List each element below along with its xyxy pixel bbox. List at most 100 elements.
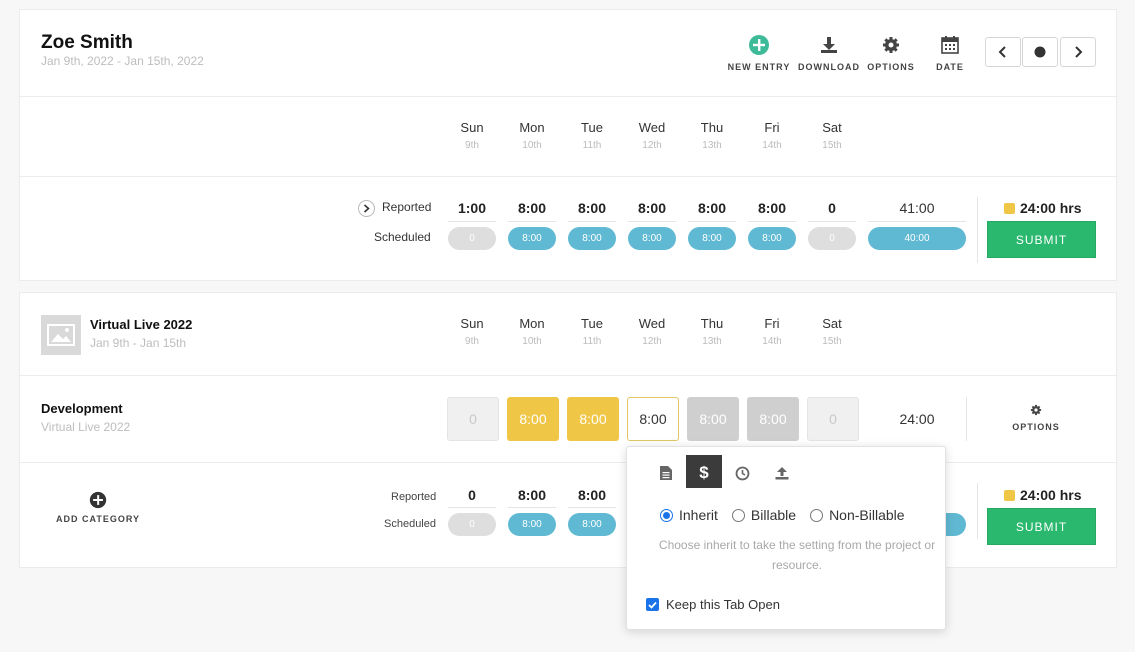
- time-cell[interactable]: 0: [447, 397, 499, 441]
- day-name: Sat: [822, 120, 842, 135]
- clock-icon: [735, 466, 749, 480]
- project-name: Virtual Live 2022: [90, 317, 193, 332]
- checkbox-checked-icon[interactable]: [646, 598, 659, 611]
- footer-hours-total: 24:00 hrs: [1004, 487, 1081, 503]
- radio-billable[interactable]: Billable: [731, 507, 797, 523]
- radio-non-billable[interactable]: Non-Billable: [810, 507, 905, 523]
- chevron-left-icon: [998, 46, 1006, 58]
- date-range: Jan 9th, 2022 - Jan 15th, 2022: [41, 54, 204, 68]
- scheduled-pill: 8:00: [688, 227, 736, 250]
- radio-circle[interactable]: [810, 508, 824, 522]
- chevron-right-icon: [363, 204, 370, 213]
- day-name: Tue: [581, 316, 603, 331]
- radio-label: Billable: [750, 507, 797, 523]
- reported-value: 8:00: [577, 200, 607, 216]
- radio-label: Inherit: [679, 507, 718, 523]
- footer-submit-button[interactable]: SUBMIT: [987, 508, 1096, 545]
- day-name: Sun: [460, 120, 484, 135]
- category-options-button[interactable]: OPTIONS: [1005, 403, 1067, 432]
- time-cell-active[interactable]: 8:00: [627, 397, 679, 441]
- day-name: Mon: [519, 316, 545, 331]
- reported-value: 8:00: [637, 200, 667, 216]
- dot-icon: [1034, 46, 1046, 58]
- project-image-icon: [41, 315, 81, 355]
- add-category-label: ADD CATEGORY: [56, 514, 140, 524]
- day-num: 14th: [762, 140, 782, 151]
- billing-popover: $ Inherit Billable Non-Billable Choose i…: [626, 446, 946, 630]
- dollar-icon: $: [699, 463, 709, 481]
- category-total: 24:00: [899, 411, 935, 427]
- prev-week-button[interactable]: [985, 37, 1021, 67]
- day-num: 12th: [642, 140, 662, 151]
- footer-reported-value: 0: [468, 487, 476, 503]
- day-name: Wed: [638, 316, 666, 331]
- time-cell[interactable]: 8:00: [687, 397, 739, 441]
- reported-value: 0: [828, 200, 836, 216]
- footer-reported-label: Reported: [391, 491, 437, 503]
- hours-total: 24:00 hrs: [1004, 200, 1081, 216]
- download-button[interactable]: DOWNLOAD: [798, 34, 860, 72]
- date-button[interactable]: DATE: [928, 34, 972, 72]
- footer-reported-value: 8:00: [517, 487, 547, 503]
- billing-help-text: Choose inherit to take the setting from …: [658, 538, 936, 572]
- add-category-button[interactable]: ADD CATEGORY: [56, 491, 140, 524]
- calendar-icon: [928, 34, 972, 56]
- reported-value: 8:00: [757, 200, 787, 216]
- radio-circle[interactable]: [660, 508, 673, 522]
- current-week-button[interactable]: [1022, 37, 1058, 67]
- day-name: Fri: [764, 316, 780, 331]
- time-cell[interactable]: 8:00: [567, 397, 619, 441]
- billing-radio-group: Inherit Billable Non-Billable: [660, 507, 905, 523]
- category-project: Virtual Live 2022: [41, 420, 131, 434]
- reported-total: 41:00: [899, 200, 935, 216]
- day-name: Fri: [764, 120, 780, 135]
- keep-open-label: Keep this Tab Open: [666, 597, 780, 612]
- day-num: 9th: [465, 336, 479, 347]
- day-num: 12th: [642, 336, 662, 347]
- footer-reported-value: 8:00: [577, 487, 607, 503]
- day-num: 13th: [702, 140, 722, 151]
- time-cell[interactable]: 8:00: [507, 397, 559, 441]
- day-num: 15th: [822, 140, 842, 151]
- scheduled-pill: 8:00: [508, 227, 556, 250]
- time-cell[interactable]: 8:00: [747, 397, 799, 441]
- day-num: 15th: [822, 336, 842, 347]
- status-square-icon: [1004, 489, 1015, 501]
- options-button[interactable]: OPTIONS: [863, 34, 919, 72]
- tab-upload[interactable]: [765, 457, 799, 489]
- status-square-icon: [1004, 202, 1015, 214]
- footer-scheduled-pill: 0: [448, 513, 496, 536]
- submit-button[interactable]: SUBMIT: [987, 221, 1096, 258]
- footer-hours-total-label: 24:00 hrs: [1020, 487, 1082, 503]
- new-entry-button[interactable]: NEW ENTRY: [726, 34, 792, 72]
- day-name: Thu: [700, 316, 724, 331]
- next-week-button[interactable]: [1060, 37, 1096, 67]
- download-label: DOWNLOAD: [798, 62, 860, 72]
- tab-time[interactable]: [725, 457, 759, 489]
- day-name: Tue: [581, 120, 603, 135]
- tab-billing[interactable]: $: [686, 455, 722, 488]
- date-label: DATE: [936, 62, 964, 72]
- radio-circle[interactable]: [731, 508, 745, 522]
- keep-open-checkbox[interactable]: Keep this Tab Open: [646, 597, 780, 612]
- scheduled-pill: 0: [808, 227, 856, 250]
- plus-circle-icon: [56, 491, 140, 509]
- day-num: 13th: [702, 336, 722, 347]
- gear-icon: [1005, 403, 1067, 417]
- day-num: 10th: [522, 336, 542, 347]
- upload-icon: [775, 467, 789, 480]
- day-num: 11th: [582, 336, 602, 347]
- project-card: Virtual Live 2022 Jan 9th - Jan 15th Sun…: [19, 292, 1117, 568]
- expand-toggle-button[interactable]: [358, 200, 375, 217]
- chevron-right-icon: [1075, 46, 1083, 58]
- day-name: Wed: [638, 120, 666, 135]
- document-icon: [660, 466, 672, 480]
- radio-inherit[interactable]: Inherit: [660, 507, 718, 523]
- options-label: OPTIONS: [867, 62, 915, 72]
- scheduled-pill: 8:00: [568, 227, 616, 250]
- time-cell[interactable]: 0: [807, 397, 859, 441]
- tab-notes[interactable]: [649, 457, 683, 489]
- day-num: 11th: [582, 140, 602, 151]
- day-name: Thu: [700, 120, 724, 135]
- reported-value: 8:00: [517, 200, 547, 216]
